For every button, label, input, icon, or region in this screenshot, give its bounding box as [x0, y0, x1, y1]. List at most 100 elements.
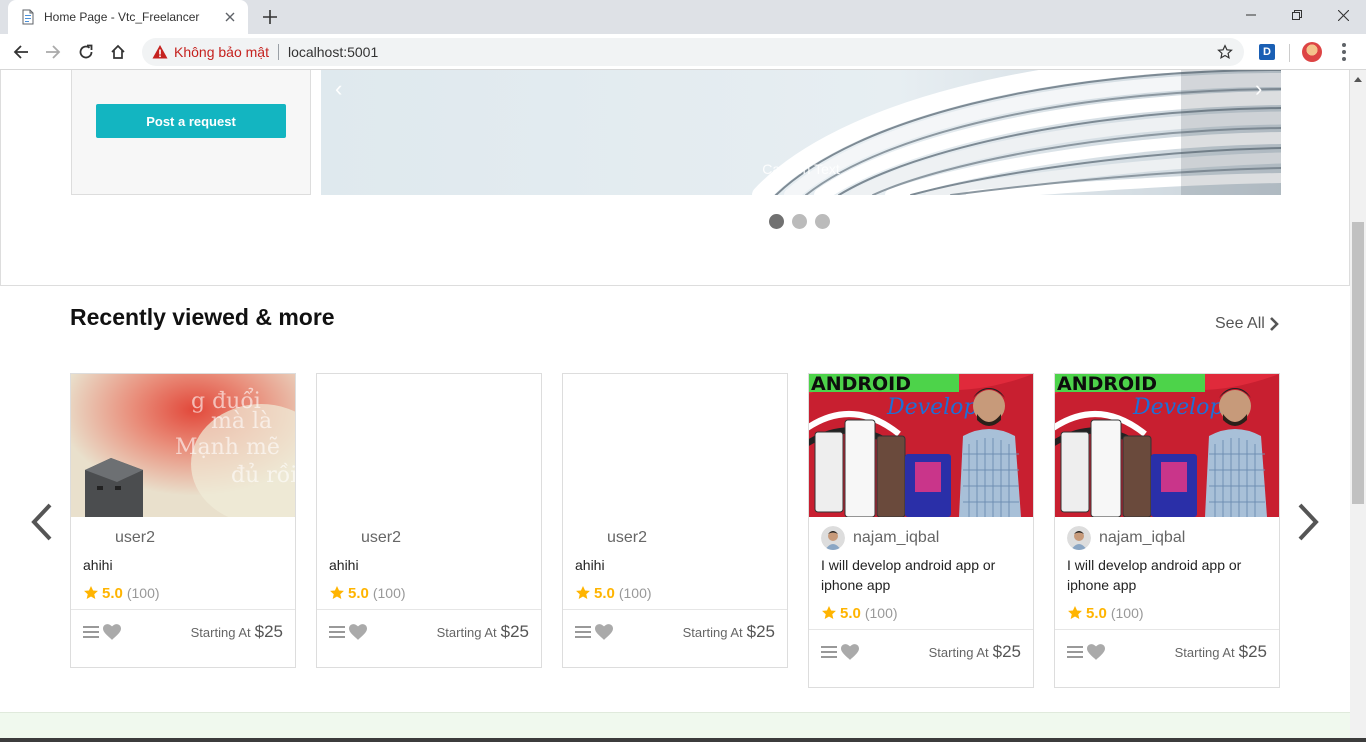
gig-thumbnail[interactable] — [317, 374, 541, 517]
star-icon — [329, 585, 345, 601]
slider-dot[interactable] — [769, 214, 784, 229]
image-slider: ‹ › Caption Text — [321, 70, 1281, 195]
home-button[interactable] — [105, 39, 131, 65]
list-icon[interactable] — [329, 625, 345, 639]
home-icon — [111, 44, 125, 59]
rating-value: 5.0 — [102, 584, 123, 602]
seller-avatar — [575, 526, 599, 550]
card-actions — [575, 624, 613, 640]
seller-info: user2 — [575, 527, 775, 549]
gig-thumbnail[interactable]: g đuổi mà là Mạnh mẽ đủ rồi — [71, 374, 295, 517]
seller-info: najam_iqbal — [1067, 526, 1267, 550]
svg-text:Mạnh mẽ: Mạnh mẽ — [175, 435, 280, 460]
chevron-left-icon — [31, 503, 52, 541]
minimize-button[interactable] — [1228, 0, 1274, 30]
arrow-left-icon — [13, 45, 28, 59]
list-icon[interactable] — [575, 625, 591, 639]
gig-thumbnail[interactable] — [563, 374, 787, 517]
slider-dots — [769, 214, 830, 229]
seller-name[interactable]: user2 — [115, 529, 155, 547]
security-status[interactable]: Không bảo mật — [174, 44, 269, 60]
page-scrollbar[interactable] — [1350, 70, 1366, 742]
scrollbar-thumb[interactable] — [1352, 222, 1364, 504]
address-separator — [277, 44, 279, 60]
gig-title[interactable]: I will develop android app or iphone app — [1067, 555, 1267, 595]
browser-menu-icon[interactable] — [1334, 42, 1354, 62]
svg-text:mà là: mà là — [211, 409, 272, 434]
gig-card-body: user2 ahihi 5.0 (100) — [563, 517, 787, 603]
price-label: Starting At — [682, 625, 743, 640]
heart-icon[interactable] — [841, 644, 859, 660]
chevron-right-icon — [1269, 317, 1279, 331]
rating-value: 5.0 — [1086, 604, 1107, 622]
arrow-right-icon — [46, 45, 61, 59]
rating-value: 5.0 — [348, 584, 369, 602]
list-icon[interactable] — [83, 625, 99, 639]
address-bar[interactable]: Không bảo mật localhost:5001 — [142, 38, 1244, 66]
restore-button[interactable] — [1274, 0, 1320, 30]
gig-title[interactable]: ahihi — [329, 555, 529, 575]
bookmark-star-icon[interactable] — [1212, 39, 1238, 65]
post-request-button[interactable]: Post a request — [96, 104, 286, 138]
back-button[interactable] — [8, 39, 34, 65]
forward-button[interactable] — [40, 39, 66, 65]
see-all-link[interactable]: See All — [1215, 315, 1279, 333]
star-icon — [575, 585, 591, 601]
gig-title[interactable]: ahihi — [83, 555, 283, 575]
heart-icon[interactable] — [595, 624, 613, 640]
gig-card[interactable]: ANDROID Developer najam_iqbal I will deve… — [808, 373, 1034, 688]
hero-section: Post a request ‹ › Caption Text — [0, 70, 1350, 286]
url-text[interactable]: localhost:5001 — [288, 44, 1212, 60]
close-window-button[interactable] — [1320, 0, 1366, 30]
seller-name[interactable]: user2 — [361, 529, 401, 547]
section-title: Recently viewed & more — [70, 304, 335, 330]
see-all-label: See All — [1215, 315, 1265, 332]
slide-caption: Caption Text — [762, 161, 840, 177]
slider-dot[interactable] — [792, 214, 807, 229]
gig-card-footer: Starting At $25 — [71, 609, 295, 667]
close-tab-icon[interactable] — [222, 9, 238, 25]
seller-name[interactable]: najam_iqbal — [853, 529, 939, 547]
toolbar-separator — [1289, 44, 1290, 62]
tab-title: Home Page - Vtc_Freelancer — [44, 10, 200, 24]
gig-card[interactable]: ANDROID Developer najam_iqbal I will deve… — [1054, 373, 1280, 688]
list-icon[interactable] — [1067, 645, 1083, 659]
list-icon[interactable] — [821, 645, 837, 659]
gig-card-body: najam_iqbal I will develop android app o… — [809, 517, 1033, 623]
gig-title[interactable]: I will develop android app or iphone app — [821, 555, 1021, 595]
rating-value: 5.0 — [840, 604, 861, 622]
card-actions — [329, 624, 367, 640]
slider-prev-arrow[interactable]: ‹ — [335, 76, 342, 102]
browser-tab[interactable]: Home Page - Vtc_Freelancer — [8, 0, 248, 34]
rating-value: 5.0 — [594, 584, 615, 602]
price-value: $25 — [746, 622, 775, 641]
price-value: $25 — [1238, 642, 1267, 661]
request-panel: Post a request — [71, 70, 311, 195]
card-actions — [83, 624, 121, 640]
rating-count: (100) — [864, 605, 898, 621]
new-tab-button[interactable] — [258, 6, 282, 28]
gig-thumbnail[interactable]: ANDROID Developer — [809, 374, 1033, 517]
gig-title[interactable]: ahihi — [575, 555, 775, 575]
seller-name[interactable]: najam_iqbal — [1099, 529, 1185, 547]
profile-avatar[interactable] — [1302, 42, 1322, 62]
slider-dot[interactable] — [815, 214, 830, 229]
gig-rating: 5.0 (100) — [575, 583, 775, 603]
gig-rating: 5.0 (100) — [83, 583, 283, 603]
gig-thumbnail[interactable]: ANDROID Developer — [1055, 374, 1279, 517]
svg-text:ANDROID: ANDROID — [811, 374, 911, 395]
heart-icon[interactable] — [349, 624, 367, 640]
carousel-prev-button[interactable] — [28, 502, 56, 542]
gig-card[interactable]: user2 ahihi 5.0 (100) Starting At $25 — [316, 373, 542, 668]
heart-icon[interactable] — [1087, 644, 1105, 660]
slider-next-arrow[interactable]: › — [1255, 76, 1262, 102]
gig-card[interactable]: g đuổi mà là Mạnh mẽ đủ rồi user2 ahihi 5.0… — [70, 373, 296, 668]
extension-icon[interactable]: D — [1259, 44, 1275, 60]
carousel-next-button[interactable] — [1294, 502, 1322, 542]
seller-avatar — [821, 526, 845, 550]
reload-button[interactable] — [73, 39, 99, 65]
seller-name[interactable]: user2 — [607, 529, 647, 547]
heart-icon[interactable] — [103, 624, 121, 640]
scroll-up-arrow-icon[interactable] — [1350, 72, 1366, 86]
gig-card[interactable]: user2 ahihi 5.0 (100) Starting At $25 — [562, 373, 788, 668]
